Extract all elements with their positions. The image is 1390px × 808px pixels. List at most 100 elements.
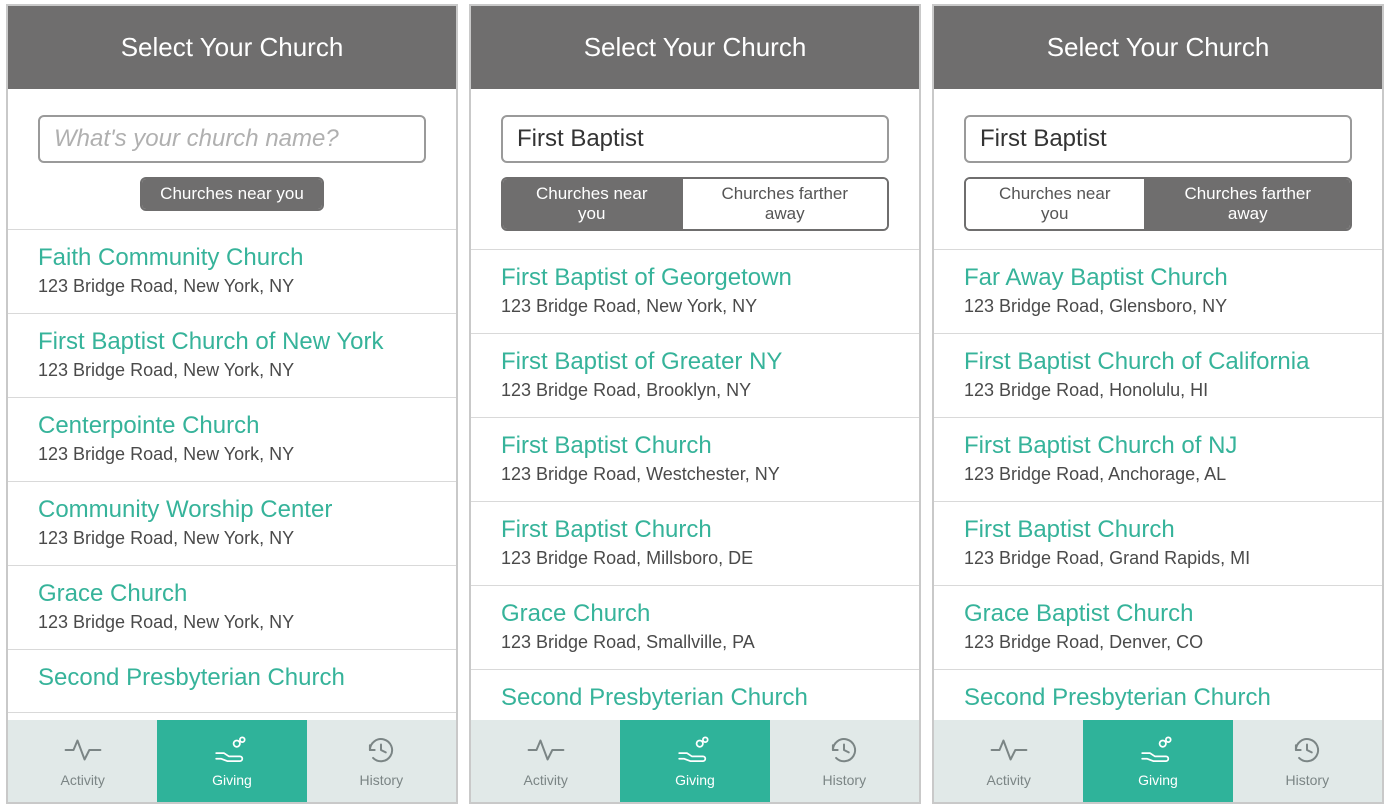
church-list-item[interactable]: First Baptist Church of NJ 123 Bridge Roa… [934, 418, 1382, 502]
church-select-panel: Select Your Church Churches near youChurc… [932, 4, 1384, 804]
church-name: Second Presbyterian Church [964, 684, 1352, 712]
activity-icon [527, 735, 565, 768]
church-name: First Baptist Church of New York [38, 328, 426, 356]
church-list-item[interactable]: Community Worship Center 123 Bridge Road,… [8, 482, 456, 566]
tab-giving[interactable]: Giving [620, 720, 769, 802]
church-address: 123 Bridge Road, Grand Rapids, MI [964, 548, 1352, 569]
giving-icon [1139, 735, 1177, 768]
church-address: 123 Bridge Road, Smallville, PA [501, 632, 889, 653]
church-address: 123 Bridge Road, Millsboro, DE [501, 548, 889, 569]
page-title: Select Your Church [8, 6, 456, 89]
church-name: First Baptist of Greater NY [501, 348, 889, 376]
church-name: First Baptist Church [501, 516, 889, 544]
church-name: First Baptist Church of California [964, 348, 1352, 376]
church-name: Second Presbyterian Church [501, 684, 889, 712]
church-list-item[interactable]: Grace Baptist Church 123 Bridge Road, Den… [934, 586, 1382, 670]
church-address: 123 Bridge Road, New York, NY [501, 296, 889, 317]
tab-activity[interactable]: Activity [934, 720, 1083, 802]
segment-far-button[interactable]: Churches farther away [1144, 179, 1350, 229]
activity-icon [64, 735, 102, 768]
tab-label: Giving [675, 772, 715, 788]
church-address: 123 Bridge Road, Denver, CO [964, 632, 1352, 653]
church-search-input[interactable] [501, 115, 889, 163]
tab-activity[interactable]: Activity [8, 720, 157, 802]
segment-near-button[interactable]: Churches near you [142, 179, 322, 209]
distance-segmented-control: Churches near you [140, 177, 324, 211]
tab-history[interactable]: History [307, 720, 456, 802]
bottom-tab-bar: Activity Giving History [471, 720, 919, 802]
tab-label: History [823, 772, 867, 788]
church-name: First Baptist of Georgetown [501, 264, 889, 292]
bottom-tab-bar: Activity Giving History [8, 720, 456, 802]
tab-label: Activity [986, 772, 1030, 788]
tab-giving[interactable]: Giving [1083, 720, 1232, 802]
history-icon [825, 735, 863, 768]
bottom-tab-bar: Activity Giving History [934, 720, 1382, 802]
church-name: Centerpointe Church [38, 412, 426, 440]
tab-history[interactable]: History [770, 720, 919, 802]
tab-history[interactable]: History [1233, 720, 1382, 802]
giving-icon [213, 735, 251, 768]
church-name: Community Worship Center [38, 496, 426, 524]
activity-icon [990, 735, 1028, 768]
tab-label: History [1286, 772, 1330, 788]
church-name: Second Presbyterian Church [38, 664, 426, 692]
search-area: Churches near youChurches farther away [934, 89, 1382, 250]
tab-label: Giving [212, 772, 252, 788]
church-search-input[interactable] [964, 115, 1352, 163]
tab-label: History [360, 772, 404, 788]
church-name: Far Away Baptist Church [964, 264, 1352, 292]
church-select-panel: Select Your Church Churches near youChurc… [469, 4, 921, 804]
church-list-item[interactable]: First Baptist Church 123 Bridge Road, Gra… [934, 502, 1382, 586]
page-title: Select Your Church [934, 6, 1382, 89]
tab-label: Activity [523, 772, 567, 788]
church-list-item[interactable]: Second Presbyterian Church [8, 650, 456, 713]
church-list-item[interactable]: Grace Church 123 Bridge Road, New York, N… [8, 566, 456, 650]
distance-segmented-control: Churches near youChurches farther away [964, 177, 1352, 231]
church-address: 123 Bridge Road, Glensboro, NY [964, 296, 1352, 317]
church-name: Faith Community Church [38, 244, 426, 272]
search-area: Churches near youChurches farther away [471, 89, 919, 250]
church-select-panel: Select Your Church Churches near you Faith… [6, 4, 458, 804]
church-address: 123 Bridge Road, New York, NY [38, 276, 426, 297]
church-address: 123 Bridge Road, New York, NY [38, 612, 426, 633]
church-list-item[interactable]: Far Away Baptist Church 123 Bridge Road, … [934, 250, 1382, 334]
tab-label: Activity [60, 772, 104, 788]
church-list: Faith Community Church 123 Bridge Road, N… [8, 230, 456, 802]
church-list-item[interactable]: Centerpointe Church 123 Bridge Road, New … [8, 398, 456, 482]
tab-giving[interactable]: Giving [157, 720, 306, 802]
church-name: Grace Baptist Church [964, 600, 1352, 628]
church-address: 123 Bridge Road, Westchester, NY [501, 464, 889, 485]
church-address: 123 Bridge Road, Anchorage, AL [964, 464, 1352, 485]
church-address: 123 Bridge Road, Honolulu, HI [964, 380, 1352, 401]
church-list-item[interactable]: First Baptist Church 123 Bridge Road, Wes… [471, 418, 919, 502]
tab-label: Giving [1138, 772, 1178, 788]
church-name: First Baptist Church of NJ [964, 432, 1352, 460]
church-list-item[interactable]: First Baptist of Georgetown 123 Bridge Ro… [471, 250, 919, 334]
distance-segmented-control: Churches near youChurches farther away [501, 177, 889, 231]
church-name: Grace Church [501, 600, 889, 628]
church-name: First Baptist Church [964, 516, 1352, 544]
church-address: 123 Bridge Road, New York, NY [38, 528, 426, 549]
history-icon [1288, 735, 1326, 768]
segment-near-button[interactable]: Churches near you [503, 179, 681, 229]
segment-near-button[interactable]: Churches near you [966, 179, 1144, 229]
church-name: Grace Church [38, 580, 426, 608]
church-address: 123 Bridge Road, New York, NY [38, 360, 426, 381]
church-address: 123 Bridge Road, Brooklyn, NY [501, 380, 889, 401]
church-search-input[interactable] [38, 115, 426, 163]
history-icon [362, 735, 400, 768]
search-area: Churches near you [8, 89, 456, 230]
tab-activity[interactable]: Activity [471, 720, 620, 802]
segment-far-button[interactable]: Churches farther away [681, 179, 887, 229]
church-address: 123 Bridge Road, New York, NY [38, 444, 426, 465]
church-list-item[interactable]: Faith Community Church 123 Bridge Road, N… [8, 230, 456, 314]
church-list-item[interactable]: First Baptist of Greater NY 123 Bridge Ro… [471, 334, 919, 418]
giving-icon [676, 735, 714, 768]
church-list-item[interactable]: First Baptist Church of New York 123 Brid… [8, 314, 456, 398]
church-list-item[interactable]: Grace Church 123 Bridge Road, Smallville,… [471, 586, 919, 670]
church-name: First Baptist Church [501, 432, 889, 460]
church-list-item[interactable]: First Baptist Church of California 123 Br… [934, 334, 1382, 418]
church-list-item[interactable]: First Baptist Church 123 Bridge Road, Mil… [471, 502, 919, 586]
page-title: Select Your Church [471, 6, 919, 89]
